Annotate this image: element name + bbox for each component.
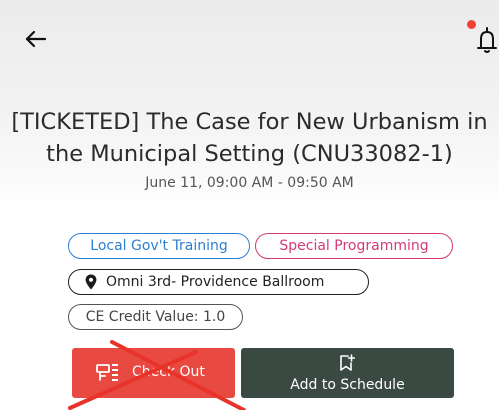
tag-label: Special Programming bbox=[279, 238, 429, 254]
back-button[interactable] bbox=[22, 25, 52, 55]
location-label: Omni 3rd- Providence Ballroom bbox=[106, 274, 325, 290]
ce-credit-label: CE Credit Value: 1.0 bbox=[85, 309, 226, 325]
arrow-left-icon bbox=[25, 30, 47, 48]
location-chip[interactable]: Omni 3rd- Providence Ballroom bbox=[68, 269, 369, 295]
bookmark-add-icon bbox=[339, 354, 356, 372]
session-time: June 11, 09:00 AM - 09:50 AM bbox=[145, 175, 354, 191]
add-to-schedule-button[interactable]: Add to Schedule bbox=[241, 348, 454, 398]
checkout-icon bbox=[96, 363, 128, 383]
add-to-schedule-label: Add to Schedule bbox=[290, 377, 405, 393]
session-title: [TICKETED] The Case for New Urbanism in … bbox=[11, 109, 488, 167]
check-out-label: Check Out bbox=[132, 364, 205, 380]
tag-special-programming[interactable]: Special Programming bbox=[255, 233, 453, 259]
tag-local-govt-training[interactable]: Local Gov't Training bbox=[68, 233, 250, 259]
tag-label: Local Gov't Training bbox=[90, 238, 228, 254]
notification-badge bbox=[467, 20, 476, 29]
ce-credit-chip: CE Credit Value: 1.0 bbox=[68, 304, 243, 330]
check-out-button[interactable]: Check Out bbox=[72, 348, 235, 398]
map-pin-icon bbox=[85, 274, 97, 290]
